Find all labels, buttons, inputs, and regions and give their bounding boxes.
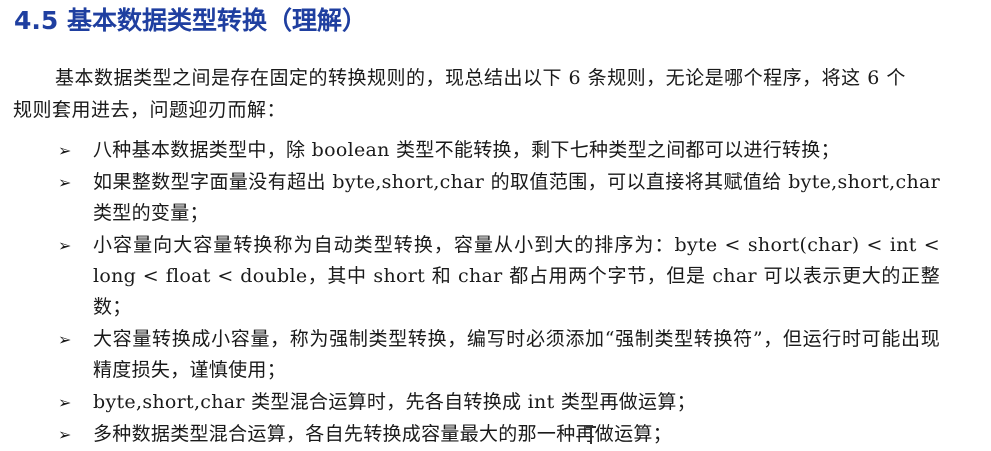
- intro-text: 基本数据类型之间是存在固定的转换规则的，现总结出以下 6 条规则，无论是哪个程序…: [13, 67, 906, 121]
- arrow-bullet-icon: ➢: [58, 425, 72, 444]
- section-heading: 4.5 基本数据类型转换（理解）: [14, 6, 367, 35]
- rule-item: ➢ byte,short,char 类型混合运算时，先各自转换成 int 类型再做…: [0, 387, 960, 418]
- arrow-bullet-icon: ➢: [58, 330, 72, 349]
- rule-item: ➢ 多种数据类型混合运算，各自先转换成容量最大的那一种再做运算；: [0, 419, 960, 450]
- arrow-bullet-icon: ➢: [58, 393, 72, 412]
- rule-text: byte,short,char 类型混合运算时，先各自转换成 int 类型再做运…: [93, 391, 696, 413]
- rule-text: 八种基本数据类型中，除 boolean 类型不能转换，剩下七种类型之间都可以进行…: [93, 139, 840, 161]
- arrow-bullet-icon: ➢: [58, 141, 72, 160]
- rule-text: 小容量向大容量转换称为自动类型转换，容量从小到大的排序为：byte < shor…: [93, 234, 940, 318]
- rule-item: ➢ 如果整数型字面量没有超出 byte,short,char 的取值范围，可以直接…: [0, 167, 960, 229]
- text-cursor-icon: [586, 426, 596, 444]
- rule-item: ➢ 八种基本数据类型中，除 boolean 类型不能转换，剩下七种类型之间都可以进…: [0, 135, 960, 166]
- rules-list: ➢ 八种基本数据类型中，除 boolean 类型不能转换，剩下七种类型之间都可以进…: [0, 135, 960, 451]
- rule-text: 大容量转换成小容量，称为强制类型转换，编写时必须添加“强制类型转换符”，但运行时…: [93, 328, 940, 381]
- arrow-bullet-icon: ➢: [58, 236, 72, 255]
- rule-item: ➢ 大容量转换成小容量，称为强制类型转换，编写时必须添加“强制类型转换符”，但运行…: [0, 324, 960, 386]
- arrow-bullet-icon: ➢: [58, 173, 72, 192]
- rule-text: 如果整数型字面量没有超出 byte,short,char 的取值范围，可以直接将…: [93, 171, 940, 224]
- rule-item: ➢ 小容量向大容量转换称为自动类型转换，容量从小到大的排序为：byte < sho…: [0, 230, 960, 323]
- intro-paragraph: 基本数据类型之间是存在固定的转换规则的，现总结出以下 6 条规则，无论是哪个程序…: [13, 62, 923, 126]
